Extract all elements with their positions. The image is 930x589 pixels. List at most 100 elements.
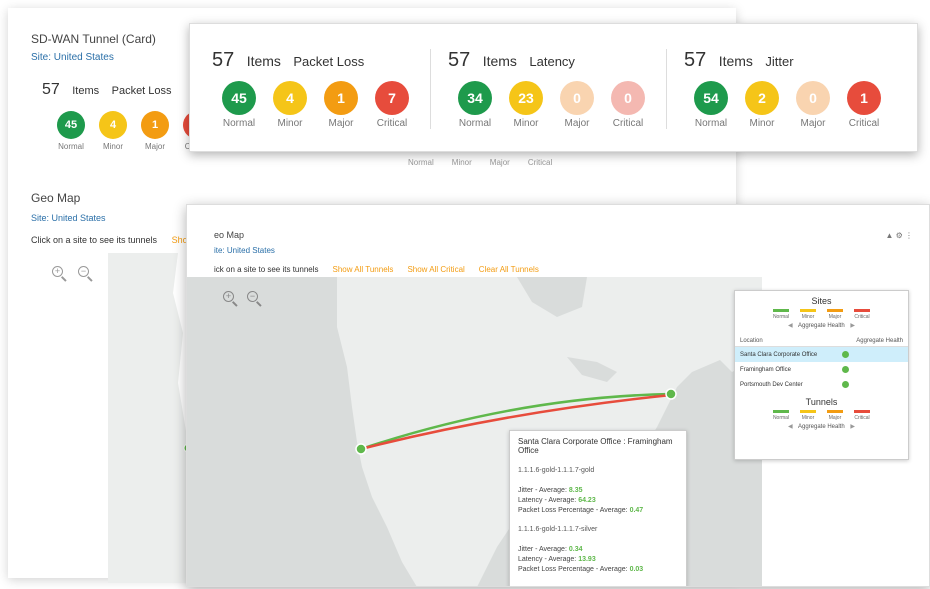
status-circles: 34 Normal 23 Minor 0 Major 0 Critical <box>456 81 647 129</box>
instruction-text: ick on a site to see its tunnels <box>214 265 319 274</box>
status-label: Minor <box>102 142 123 151</box>
status-circle[interactable]: 4 <box>273 81 307 115</box>
metric-label: Latency - Average: <box>518 556 577 563</box>
geo-map-title: Geo Map <box>31 191 81 205</box>
zoom-in-icon[interactable]: + <box>52 266 68 282</box>
clear-all-tunnels-link[interactable]: Clear All Tunnels <box>479 265 539 274</box>
locations-table: Location Aggregate Health Santa Clara Co… <box>735 335 908 392</box>
legend-color-swatch <box>800 309 816 312</box>
status-major[interactable]: 1 Major <box>322 81 360 129</box>
metric-row: Latency - Average: 13.93 <box>518 555 678 565</box>
status-circle[interactable]: 23 <box>509 81 543 115</box>
metric-value: 0.03 <box>629 566 644 573</box>
status-normal[interactable]: 34 Normal <box>456 81 494 129</box>
zoom-in-icon[interactable]: + <box>223 291 239 307</box>
metric-label: Latency - Average: <box>518 497 577 504</box>
metric-row: Packet Loss Percentage - Average: 0.03 <box>518 565 678 575</box>
status-circle[interactable]: 4 <box>99 111 127 139</box>
metric-value: 64.23 <box>578 497 596 504</box>
geo-site-label[interactable]: Site: United States <box>31 213 106 223</box>
status-critical[interactable]: 0 Critical <box>609 81 647 129</box>
prev-arrow-icon[interactable]: ◀ <box>788 323 793 329</box>
zoom-out-icon[interactable]: − <box>78 266 94 282</box>
status-circle[interactable]: 0 <box>611 81 645 115</box>
metric-label: Packet Loss Percentage - Average: <box>518 566 628 573</box>
metric-label: Packet Loss <box>111 85 172 97</box>
faded-status-labels: Normal Minor Major Critical <box>408 158 552 167</box>
status-label: Critical <box>848 118 880 129</box>
tunnels-legend-title: Tunnels <box>805 397 838 407</box>
status-major[interactable]: 1 Major <box>140 111 170 151</box>
legend-level-critical: Critical <box>853 410 872 421</box>
site-marker-santa-clara <box>355 443 367 455</box>
status-circle[interactable]: 1 <box>324 81 358 115</box>
show-all-tunnels-link[interactable]: Show All Tunnels <box>333 265 394 274</box>
status-major[interactable]: 0 Major <box>558 81 596 129</box>
table-row[interactable]: Santa Clara Corporate Office <box>735 347 908 362</box>
items-label: Items <box>246 53 281 69</box>
prev-arrow-icon[interactable]: ◀ <box>788 424 793 430</box>
status-minor[interactable]: 23 Minor <box>507 81 545 129</box>
faded-status-label: Minor <box>451 158 472 167</box>
group-header: 57 Items Jitter <box>684 49 794 72</box>
table-row[interactable]: Portsmouth Dev Center <box>735 377 908 392</box>
legend-color-swatch <box>800 410 816 413</box>
faded-status-label: Critical <box>527 158 553 167</box>
health-dot-icon <box>842 381 849 388</box>
tooltip-header: Santa Clara Corporate Office : Framingha… <box>518 437 673 455</box>
table-header: Location Aggregate Health <box>735 335 908 347</box>
status-label: Critical <box>376 118 408 129</box>
site-label[interactable]: ite: United States <box>214 246 275 255</box>
show-all-critical-link[interactable]: Show All Critical <box>407 265 464 274</box>
status-minor[interactable]: 2 Minor <box>743 81 781 129</box>
tunnel-name: 1.1.1.6-gold-1.1.1.7-silver <box>518 526 598 533</box>
group-header: 57 Items Latency <box>448 49 575 72</box>
site-marker-framingham <box>665 388 677 400</box>
status-minor[interactable]: 4 Minor <box>98 111 128 151</box>
next-arrow-icon[interactable]: ▶ <box>850 323 855 329</box>
status-label: Normal <box>222 118 256 129</box>
legend-level-label: Minor <box>801 314 815 320</box>
metric-value: 0.47 <box>629 507 644 514</box>
sites-health-bars: Normal Minor Major Critical <box>735 309 908 320</box>
status-circles: 54 Normal 2 Minor 0 Major 1 Critical <box>692 81 883 129</box>
aggregate-label: Aggregate Health <box>797 424 845 430</box>
status-circle[interactable]: 0 <box>560 81 594 115</box>
legend-color-swatch <box>827 410 843 413</box>
status-minor[interactable]: 4 Minor <box>271 81 309 129</box>
legend-level-label: Critical <box>854 415 870 421</box>
status-circle[interactable]: 34 <box>458 81 492 115</box>
legend-level-label: Normal <box>772 314 790 320</box>
status-circle[interactable]: 45 <box>57 111 85 139</box>
count-number: 57 <box>42 81 60 98</box>
status-circle[interactable]: 2 <box>745 81 779 115</box>
status-critical[interactable]: 1 Critical <box>845 81 883 129</box>
status-major[interactable]: 0 Major <box>794 81 832 129</box>
map-legend: Sites Normal Minor Major Critical ◀ Aggrega… <box>734 290 909 460</box>
status-circle[interactable]: 1 <box>847 81 881 115</box>
status-normal[interactable]: 45 Normal <box>220 81 258 129</box>
card-tools[interactable]: ▲ ⚙ ⋮ <box>885 231 913 240</box>
status-circle[interactable]: 45 <box>222 81 256 115</box>
site-label[interactable]: Site: United States <box>31 52 114 63</box>
metric-label: Jitter - Average: <box>518 487 567 494</box>
geo-instructions: Click on a site to see its tunnels Show <box>31 235 194 245</box>
zoom-controls: + − <box>223 291 263 307</box>
legend-level-label: Major <box>828 415 842 421</box>
table-row[interactable]: Framingham Office <box>735 362 908 377</box>
status-circle[interactable]: 7 <box>375 81 409 115</box>
tunnel-name: 1.1.1.6-gold-1.1.1.7-gold <box>518 467 595 474</box>
legend-level-major: Major <box>826 410 845 421</box>
status-circle[interactable]: 1 <box>141 111 169 139</box>
status-critical[interactable]: 7 Critical <box>373 81 411 129</box>
next-arrow-icon[interactable]: ▶ <box>850 424 855 430</box>
status-circle[interactable]: 0 <box>796 81 830 115</box>
zoom-out-icon[interactable]: − <box>247 291 263 307</box>
status-normal[interactable]: 54 Normal <box>692 81 730 129</box>
sites-aggregate-selector[interactable]: ◀ Aggregate Health ▶ <box>735 322 908 329</box>
status-label: Major <box>328 118 354 129</box>
location-name: Portsmouth Dev Center <box>740 381 803 388</box>
status-circle[interactable]: 54 <box>694 81 728 115</box>
tunnels-aggregate-selector[interactable]: ◀ Aggregate Health ▶ <box>735 423 908 430</box>
status-normal[interactable]: 45 Normal <box>56 111 86 151</box>
